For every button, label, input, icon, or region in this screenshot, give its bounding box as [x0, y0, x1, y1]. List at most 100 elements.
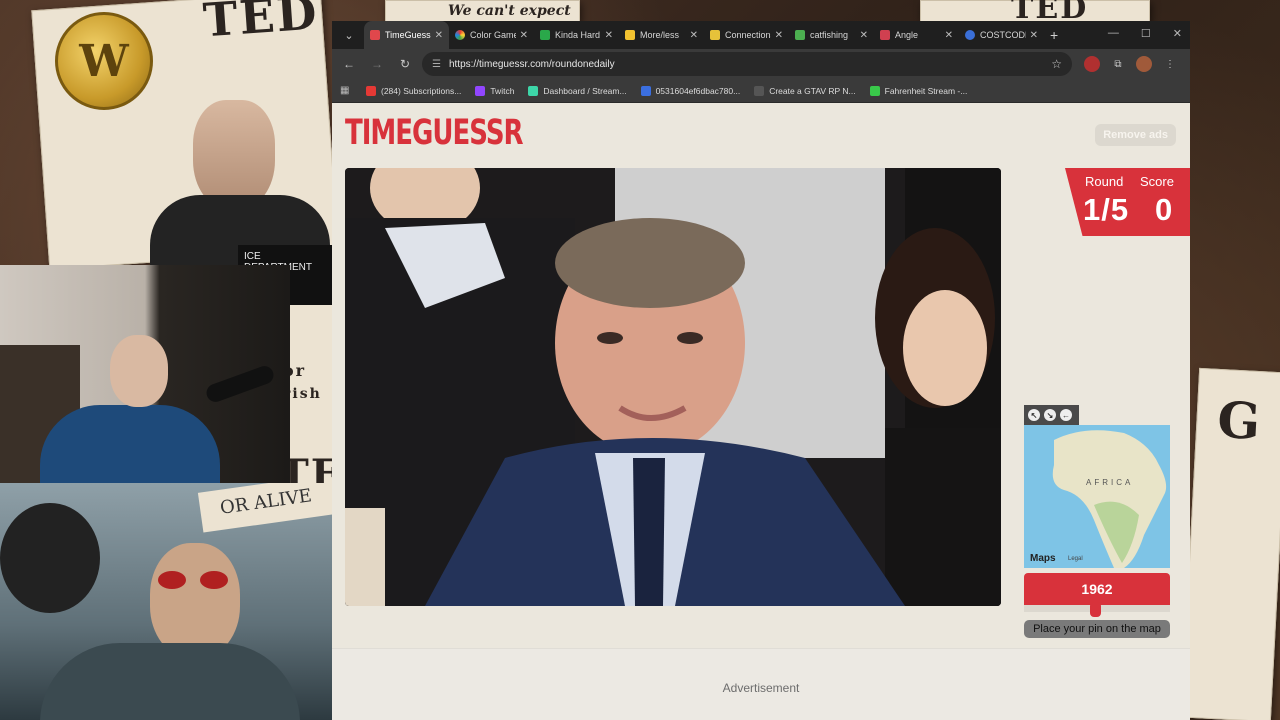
close-window-icon[interactable]: ✕ [1173, 27, 1182, 40]
tab-search-icon[interactable]: ⌄ [340, 26, 358, 44]
apps-grid-icon[interactable]: ▦ [340, 85, 352, 97]
gold-medal-icon: W [55, 12, 153, 110]
glasses-lens-right [200, 571, 228, 589]
tab-strip: ⌄ TimeGuessr ✕ Color Game ✕ Kinda Hard ✕… [332, 21, 1190, 49]
browser-toolbar: ← → ↻ ☰ https://timeguessr.com/roundoned… [332, 49, 1190, 79]
cartoon-character-bottom: OR ALIVE [0, 483, 332, 720]
poster-top-right: TED [920, 0, 1150, 26]
shrink-map-icon[interactable]: ↘ [1044, 409, 1056, 421]
tab-title: COSTCODLE [980, 30, 1026, 40]
scoreboard: Round Score 1/5 0 [1065, 168, 1190, 236]
tab-title: More/less [640, 30, 680, 40]
cartoon-face [150, 543, 240, 658]
youtube-icon [366, 85, 376, 96]
microphone-icon [204, 363, 276, 405]
site-info-icon[interactable]: ☰ [432, 59, 441, 70]
browser-window: ⌄ TimeGuessr ✕ Color Game ✕ Kinda Hard ✕… [332, 21, 1190, 720]
africa-landmass [1052, 430, 1167, 568]
plus-icon[interactable]: + [1050, 27, 1058, 43]
bookmark-item[interactable]: Create a GTAV RP N... [754, 85, 856, 96]
close-tab-icon[interactable]: ✕ [690, 30, 698, 41]
year-slider-thumb[interactable] [1090, 602, 1102, 617]
tab-more-less[interactable]: More/less ✕ [619, 21, 704, 49]
close-tab-icon[interactable]: ✕ [860, 30, 868, 41]
tab-timeguessr[interactable]: TimeGuessr ✕ [364, 21, 449, 49]
favicon-icon [795, 30, 805, 40]
webcam-feed [0, 265, 290, 483]
tab-costcodle[interactable]: COSTCODLE ✕ [959, 21, 1044, 49]
tab-angle[interactable]: Angle ✕ [874, 21, 959, 49]
close-tab-icon[interactable]: ✕ [435, 30, 443, 41]
favicon-icon [880, 30, 890, 40]
profile-avatar-icon[interactable] [1136, 56, 1152, 72]
puzzle-icon[interactable]: ⧉ [1110, 56, 1126, 72]
map-legal-link[interactable]: Legal [1068, 556, 1083, 562]
close-tab-icon[interactable]: ✕ [605, 30, 613, 41]
url-text: https://timeguessr.com/roundonedaily [448, 58, 615, 70]
pin-map-icon[interactable]: ← [1060, 409, 1072, 421]
maximize-icon[interactable]: ☐ [1141, 27, 1151, 40]
bookmark-item[interactable]: (284) Subscriptions... [366, 85, 461, 96]
bookmark-item[interactable]: Dashboard / Stream... [528, 85, 627, 96]
remove-ads-button[interactable]: Remove ads [1095, 124, 1176, 146]
favicon-icon [710, 30, 720, 40]
tab-connections[interactable]: Connections ✕ [704, 21, 789, 49]
bookmark-favicon-icon [869, 85, 880, 96]
minimize-icon[interactable]: — [1108, 27, 1119, 40]
wanted-poster-right: G [1180, 367, 1280, 720]
place-pin-button[interactable]: Place your pin on the map [1024, 620, 1170, 638]
bookmark-label: Fahrenheit Stream -... [884, 85, 968, 96]
extension-icons: ⧉ ⋮ [1084, 56, 1178, 72]
timeguessr-page: TIMEGUESSR Remove ads Round Score 1/5 0 … [332, 103, 1190, 720]
map-toolbar: ↖ ↘ ← [1024, 405, 1079, 425]
bookmark-star-icon[interactable]: ☆ [1051, 57, 1062, 71]
streamer-body [40, 405, 220, 483]
favicon-icon [455, 30, 465, 40]
bookmark-label: 0531604ef6dbac780... [655, 85, 741, 96]
tab-title: Angle [895, 30, 919, 40]
tab-color-game[interactable]: Color Game ✕ [449, 21, 534, 49]
apple-maps-logo: Maps [1030, 553, 1056, 564]
menu-icon[interactable]: ⋮ [1162, 56, 1178, 72]
map-canvas[interactable]: AFRICA Maps Legal [1024, 425, 1170, 568]
close-tab-icon[interactable]: ✕ [775, 30, 783, 41]
cartoon-body [40, 643, 300, 720]
tab-kinda-hard[interactable]: Kinda Hard ✕ [534, 21, 619, 49]
poster-word: TED [201, 0, 321, 48]
bookmark-label: Twitch [490, 85, 515, 96]
poster-text: We can't expect [448, 3, 571, 19]
close-tab-icon[interactable]: ✕ [1030, 30, 1038, 41]
favicon-icon [965, 30, 975, 40]
bookmark-item[interactable]: Twitch [475, 85, 515, 96]
tab-title: TimeGuessr [385, 30, 431, 40]
reload-icon[interactable]: ↻ [394, 53, 416, 75]
address-bar[interactable]: ☰ https://timeguessr.com/roundonedaily ☆ [422, 52, 1072, 76]
site-logo[interactable]: TIMEGUESSR [345, 113, 524, 154]
tab-title: Kinda Hard [555, 30, 601, 40]
dashboard-icon [528, 85, 539, 96]
advertisement-label: Advertisement [722, 681, 800, 695]
tab-title: Connections [725, 30, 771, 40]
guess-map[interactable]: ↖ ↘ ← AFRICA Maps Legal [1024, 405, 1170, 568]
twitch-icon [475, 85, 486, 96]
back-icon[interactable]: ← [338, 53, 360, 75]
close-tab-icon[interactable]: ✕ [520, 30, 528, 41]
window-controls: — ☐ ✕ [1108, 27, 1182, 40]
tab-title: Color Game [470, 30, 516, 40]
score-label: Score [1140, 174, 1174, 189]
cartoon-character-face [193, 100, 275, 210]
poster-word: G [1216, 389, 1264, 452]
bookmark-item[interactable]: 0531604ef6dbac780... [640, 85, 741, 96]
close-tab-icon[interactable]: ✕ [945, 30, 953, 41]
expand-map-icon[interactable]: ↖ [1028, 409, 1040, 421]
tab-catfishing[interactable]: catfishing ✕ [789, 21, 874, 49]
poster-top-mid: We can't expect [385, 0, 580, 22]
tab-title: catfishing [810, 30, 849, 40]
bookmark-item[interactable]: Fahrenheit Stream -... [869, 85, 968, 96]
glasses-lens-left [158, 571, 186, 589]
bookmark-favicon-icon [754, 85, 765, 96]
bookmark-label: Dashboard / Stream... [543, 85, 627, 96]
bookmarks-bar: ▦ (284) Subscriptions... Twitch Dashboar… [332, 79, 1190, 103]
forward-icon[interactable]: → [366, 53, 388, 75]
extension-icon[interactable] [1084, 56, 1100, 72]
